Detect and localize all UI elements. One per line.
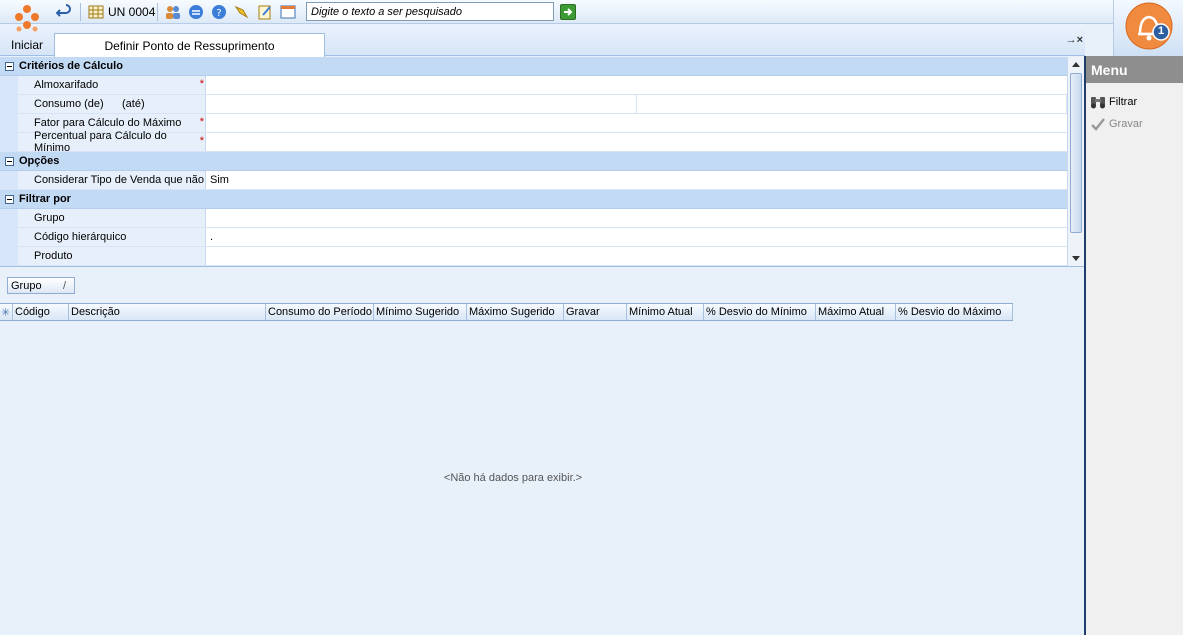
search-go-button[interactable] (560, 4, 576, 20)
close-icon[interactable]: × (1077, 34, 1083, 46)
menu-panel: Menu Filtrar Gravar (1084, 56, 1183, 635)
category-title: Opções (19, 155, 60, 167)
group-chip-label: Grupo (11, 279, 42, 292)
collapse-icon[interactable] (5, 156, 14, 166)
property-row-tipo-venda[interactable]: Considerar Tipo de Venda que não Sim (0, 171, 1067, 190)
gravar-label: Gravar (1109, 118, 1143, 130)
consumo-range-field (206, 95, 1067, 113)
search-input[interactable] (306, 2, 554, 21)
unit-label: UN 0004 (108, 5, 156, 19)
property-row-almoxarifado[interactable]: Almoxarifado * (0, 76, 1067, 95)
category-criterios-calculo[interactable]: Critérios de Cálculo (0, 57, 1067, 76)
consumo-ate-field[interactable] (637, 95, 1067, 113)
scroll-up-icon[interactable] (1072, 62, 1080, 67)
unit-selector[interactable]: UN 0004 (88, 4, 155, 20)
row-indicator-icon[interactable]: ✳ (0, 304, 13, 320)
grid-header: ✳ Código Descrição Consumo do Período Mí… (0, 303, 1013, 321)
property-label: Almoxarifado (34, 79, 99, 91)
empty-message: <Não há dados para exibir.> (443, 472, 583, 484)
property-sub-label: (até) (122, 98, 145, 110)
fator-maximo-field[interactable] (206, 114, 1067, 132)
start-label: Iniciar (10, 38, 43, 52)
window-icon[interactable] (280, 4, 296, 20)
property-row-produto[interactable]: Produto (0, 247, 1067, 266)
notification-button[interactable]: 1 (1113, 0, 1183, 56)
users-icon[interactable] (165, 4, 181, 20)
column-header-maximo-sugerido[interactable]: Máximo Sugerido (467, 304, 564, 320)
notification-count: 1 (1157, 25, 1165, 37)
almoxarifado-field[interactable] (206, 76, 1067, 94)
grupo-field[interactable] (206, 209, 1067, 227)
column-header-desvio-maximo[interactable]: % Desvio do Máximo (896, 304, 1013, 320)
column-header-minimo-atual[interactable]: Mínimo Atual (627, 304, 704, 320)
tab-definir-ponto-ressuprimento[interactable]: Definir Ponto de Ressuprimento (54, 33, 325, 57)
column-header-descricao[interactable]: Descrição (69, 304, 266, 320)
property-label: Código hierárquico (34, 231, 127, 243)
property-row-percentual-minimo[interactable]: Percentual para Cálculo do Mínimo * (0, 130, 1067, 154)
category-title: Filtrar por (19, 193, 71, 205)
start-button[interactable]: Iniciar (0, 0, 54, 56)
scroll-down-icon[interactable] (1072, 256, 1080, 261)
checkmark-icon (1091, 118, 1105, 131)
column-header-codigo[interactable]: Código (13, 304, 69, 320)
tab-tools: →× (1066, 34, 1083, 46)
menu-title: Menu (1086, 56, 1183, 83)
column-header-maximo-atual[interactable]: Máximo Atual (816, 304, 896, 320)
property-label: Produto (34, 250, 73, 262)
top-toolbar: UN 0004 ? (0, 0, 1113, 24)
tipo-venda-field[interactable]: Sim (206, 171, 1067, 189)
property-label: Percentual para Cálculo do Mínimo (34, 130, 167, 154)
property-grid-scrollbar[interactable] (1067, 57, 1084, 266)
bell-icon (1125, 2, 1173, 50)
column-header-consumo-periodo[interactable]: Consumo do Período (266, 304, 374, 320)
sort-icon: / (62, 279, 66, 292)
svg-text:?: ? (216, 8, 221, 19)
column-header-minimo-sugerido[interactable]: Mínimo Sugerido (374, 304, 467, 320)
property-row-grupo[interactable]: Grupo (0, 209, 1067, 228)
collapse-icon[interactable] (5, 194, 14, 204)
collapse-icon[interactable] (5, 61, 14, 71)
property-grid: Critérios de Cálculo Almoxarifado * Consu… (0, 57, 1067, 266)
arrow-right-icon (564, 8, 573, 16)
group-chip-grupo[interactable]: Grupo / (7, 277, 75, 294)
column-header-desvio-minimo[interactable]: % Desvio do Mínimo (704, 304, 816, 320)
produto-field[interactable] (206, 247, 1067, 265)
gravar-button[interactable]: Gravar (1090, 115, 1143, 133)
calendar-grid-icon (88, 5, 104, 19)
property-label: Grupo (34, 212, 65, 224)
help-icon[interactable]: ? (211, 4, 227, 20)
percentual-minimo-field[interactable] (206, 133, 1067, 151)
toolbar-separator (157, 3, 158, 21)
required-marker: * (199, 78, 204, 90)
pin-icon[interactable] (234, 4, 250, 20)
property-row-consumo[interactable]: Consumo (de) (até) (0, 95, 1067, 114)
required-marker: * (199, 116, 204, 128)
property-label: Considerar Tipo de Venda que não (34, 174, 205, 186)
filtrar-button[interactable]: Filtrar (1090, 93, 1137, 111)
column-header-gravar[interactable]: Gravar (564, 304, 627, 320)
property-label: Consumo (de) (34, 98, 104, 110)
codigo-hierarquico-field[interactable]: . (206, 228, 1067, 246)
switch-icon[interactable] (188, 4, 204, 20)
tab-strip: Definir Ponto de Ressuprimento →× (54, 24, 1085, 57)
property-label: Fator para Cálculo do Máximo (34, 117, 182, 129)
filtrar-label: Filtrar (1109, 96, 1138, 108)
binoculars-icon (1091, 97, 1105, 109)
grid-body[interactable]: <Não há dados para exibir.> (0, 321, 1084, 635)
consumo-de-field[interactable] (206, 95, 637, 113)
property-row-codigo-hierarquico[interactable]: Código hierárquico . (0, 228, 1067, 247)
app-logo-icon (15, 5, 39, 32)
required-marker: * (199, 135, 204, 147)
scroll-thumb[interactable] (1070, 73, 1082, 233)
pin-arrow-icon[interactable]: → (1066, 34, 1077, 46)
category-title: Critérios de Cálculo (19, 60, 123, 72)
undo-icon[interactable] (56, 4, 72, 20)
category-filtrar-por[interactable]: Filtrar por (0, 190, 1067, 209)
group-panel: Grupo / (0, 266, 1084, 304)
category-opcoes[interactable]: Opções (0, 152, 1067, 171)
toolbar-separator (80, 3, 81, 21)
edit-note-icon[interactable] (257, 4, 273, 20)
